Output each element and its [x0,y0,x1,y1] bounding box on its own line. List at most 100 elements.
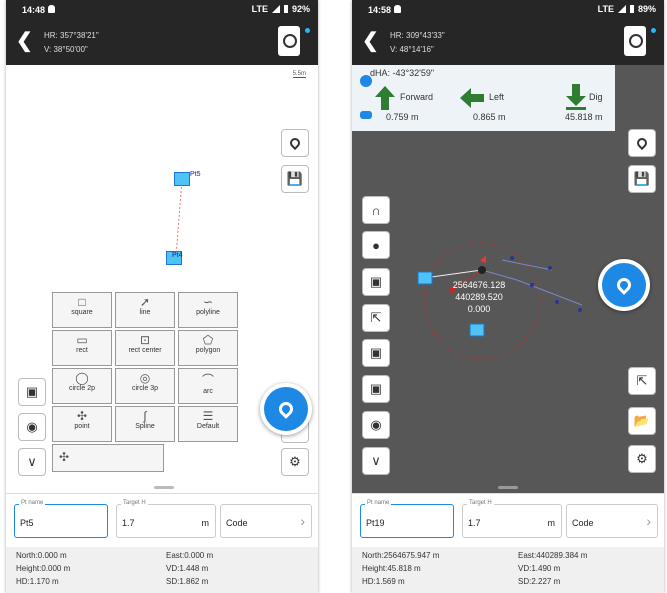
save-icon: 💾 [286,171,304,186]
search-pin-icon: ● [372,237,380,253]
instrument-icon[interactable] [624,26,646,56]
collapse-tools-button[interactable]: ∨ [18,448,46,476]
tool-spline[interactable]: ∫ Spline [115,406,175,442]
zoom-extent-icon: ▣ [369,381,383,396]
location-pin-icon [614,275,634,295]
signal-label: LTE [597,4,614,14]
drag-handle[interactable] [154,486,174,489]
pointer-button[interactable]: ⇱ [628,367,656,395]
polyline-icon: ∽ [202,295,214,309]
target-height-field[interactable]: Target H 1.7 m [116,500,216,538]
map-pin-button[interactable]: ▣ [362,268,390,296]
select-button[interactable]: ⇱ [362,304,390,332]
connection-dot-icon [651,28,656,33]
folder-icon: 📂 [633,413,651,428]
status-time: 14:58 [368,5,392,15]
crosshair-point-icon: ✣ [59,450,70,464]
magnet-icon: ∩ [371,202,381,218]
stakeout-fab[interactable] [260,383,312,435]
square-icon: □ [78,295,86,309]
battery-level: 92% [291,4,310,14]
arc-icon: ⌒ [201,373,214,387]
spline-icon: ∫ [143,409,147,423]
code-field[interactable]: Code › [220,504,312,538]
tool-point-small[interactable]: ✣ [52,444,164,472]
zoom-extent-icon: ▣ [25,384,39,399]
zoom-extent-button[interactable]: ▣ [362,375,390,403]
save-button[interactable]: 💾 [628,165,656,193]
point-name-field[interactable]: Pt name Pt19 [360,500,454,538]
sd-value: SD:2.227 m [518,577,561,586]
center-location-button[interactable]: ◉ [18,413,46,441]
back-icon[interactable]: ❮ [16,28,33,53]
sd-value: SD:1.862 m [166,577,209,586]
code-field[interactable]: Code › [566,504,658,538]
target-icon: ◉ [370,417,382,432]
locate-point-button[interactable] [281,129,309,157]
pointer-icon: ⇱ [636,373,648,388]
image-button[interactable]: ▣ [362,339,390,367]
v-reading: V: 48°14'16" [390,45,434,54]
layers-icon: ☰ [202,409,214,423]
height-value: Height:45.818 m [362,564,421,573]
stakeout-fab[interactable] [598,259,650,311]
rect-icon: ▭ [76,333,88,347]
north-value: North:2564675.947 m [362,551,440,560]
magnet-button[interactable]: ∩ [362,196,390,224]
measurement-info: North:0.000 m East:0.000 m Height:0.000 … [6,547,318,593]
point-label: Pt4 [172,252,183,259]
east-value: East:440289.384 m [518,551,588,560]
rect-center-icon: ⊡ [139,333,151,347]
hd-value: HD:1.170 m [16,577,59,586]
battery-level: 89% [637,4,656,14]
pin-icon [287,135,303,151]
tool-line[interactable]: ➚ line [115,292,175,328]
tool-layer-default[interactable]: ☰ Default [178,406,238,442]
map-canvas[interactable]: dHA: -43°32'59" Forward 0.759 m Left 0.8… [352,65,664,493]
zoom-extent-button[interactable]: ▣ [18,378,46,406]
hr-reading: HR: 309°43'33" [390,31,445,40]
north-value: North:0.000 m [16,551,67,560]
target-east: 440289.520 [455,292,503,302]
battery-icon [283,5,288,13]
tool-rect[interactable]: ▭ rect [52,330,112,366]
gear-icon: ⚙ [636,451,648,466]
back-icon[interactable]: ❮ [362,28,379,53]
target-height: 0.000 [467,304,491,314]
battery-icon [629,5,634,13]
tool-polygon[interactable]: ⬠ polygon [178,330,238,366]
save-button[interactable]: 💾 [281,165,309,193]
chevron-double-down-icon: ∨ [371,453,381,468]
bottom-panel: Pt name Pt19 Target H 1.7 m Code › North… [352,493,664,593]
status-time: 14:48 [22,5,46,15]
drag-handle[interactable] [498,486,518,489]
tool-circle-2p[interactable]: ◯ circle 2p [52,368,112,404]
settings-button[interactable]: ⚙ [628,445,656,473]
tool-point[interactable]: ✣ point [52,406,112,442]
tool-rect-center[interactable]: ⊡ rect center [115,330,175,366]
collapse-tools-button[interactable]: ∨ [362,447,390,475]
phone-left: 14:48 LTE 92% ❮ HR: 357°38'21" V: 38°50'0… [6,0,318,593]
vd-value: VD:1.448 m [166,564,209,573]
point-name-field[interactable]: Pt name Pt5 [14,500,108,538]
polygon-icon: ⬠ [202,333,214,347]
cursor-select-icon: ⇱ [370,310,382,325]
search-point-button[interactable]: ● [362,231,390,259]
point-label: Pt5 [190,171,201,178]
settings-button[interactable]: ⚙ [281,448,309,476]
center-location-button[interactable]: ◉ [362,411,390,439]
status-bar: 14:48 LTE 92% [6,0,318,20]
tool-square[interactable]: □ square [52,292,112,328]
target-north: 2564676.128 [452,280,506,290]
notification-icon [48,5,55,13]
target-height-field[interactable]: Target H 1.7 m [462,500,562,538]
line-icon: ➚ [139,295,151,309]
survey-point[interactable] [174,172,190,186]
tool-circle-3p[interactable]: ◎ circle 3p [115,368,175,404]
instrument-icon[interactable] [278,26,300,56]
map-canvas[interactable]: 5.5m Pt5 Pt4 💾 □ square ➚ line ∽ polyline ▭… [6,65,318,493]
open-folder-button[interactable]: 📂 [628,407,656,435]
tool-polyline[interactable]: ∽ polyline [178,292,238,328]
tool-arc[interactable]: ⌒ arc [178,368,238,404]
locate-point-button[interactable] [628,129,656,157]
